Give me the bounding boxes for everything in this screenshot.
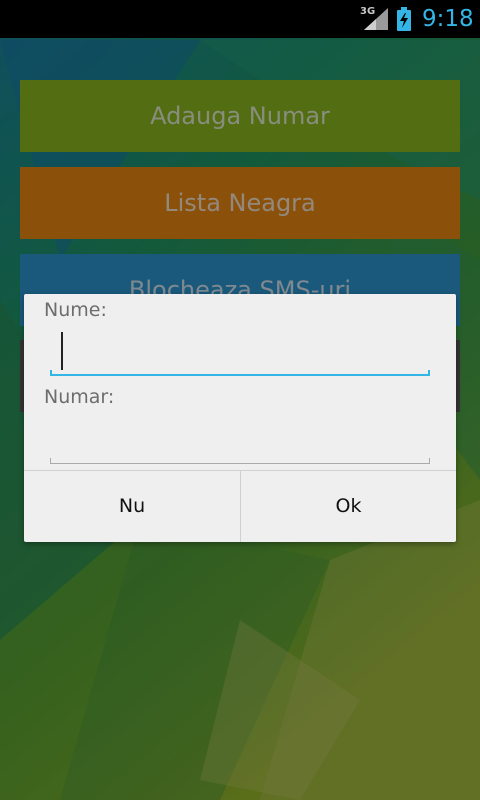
number-input[interactable]	[50, 424, 438, 458]
number-input-underline	[50, 458, 430, 464]
name-input-underline	[50, 370, 430, 376]
number-label: Numar:	[44, 386, 115, 408]
clock: 9:18	[422, 6, 474, 32]
screen: Adauga Numar Lista Neagra Blocheaza SMS-…	[0, 0, 480, 800]
text-caret	[61, 332, 63, 370]
battery-charging-icon	[397, 7, 411, 31]
status-bar: 3G 9:18	[0, 0, 480, 38]
ok-button[interactable]: Ok	[241, 471, 456, 542]
cancel-button[interactable]: Nu	[24, 471, 240, 542]
name-input[interactable]	[50, 336, 438, 370]
network-type-label: 3G	[360, 6, 376, 17]
add-contact-dialog: Nume: Numar: Nu Ok	[24, 294, 456, 542]
name-label: Nume:	[44, 299, 107, 321]
